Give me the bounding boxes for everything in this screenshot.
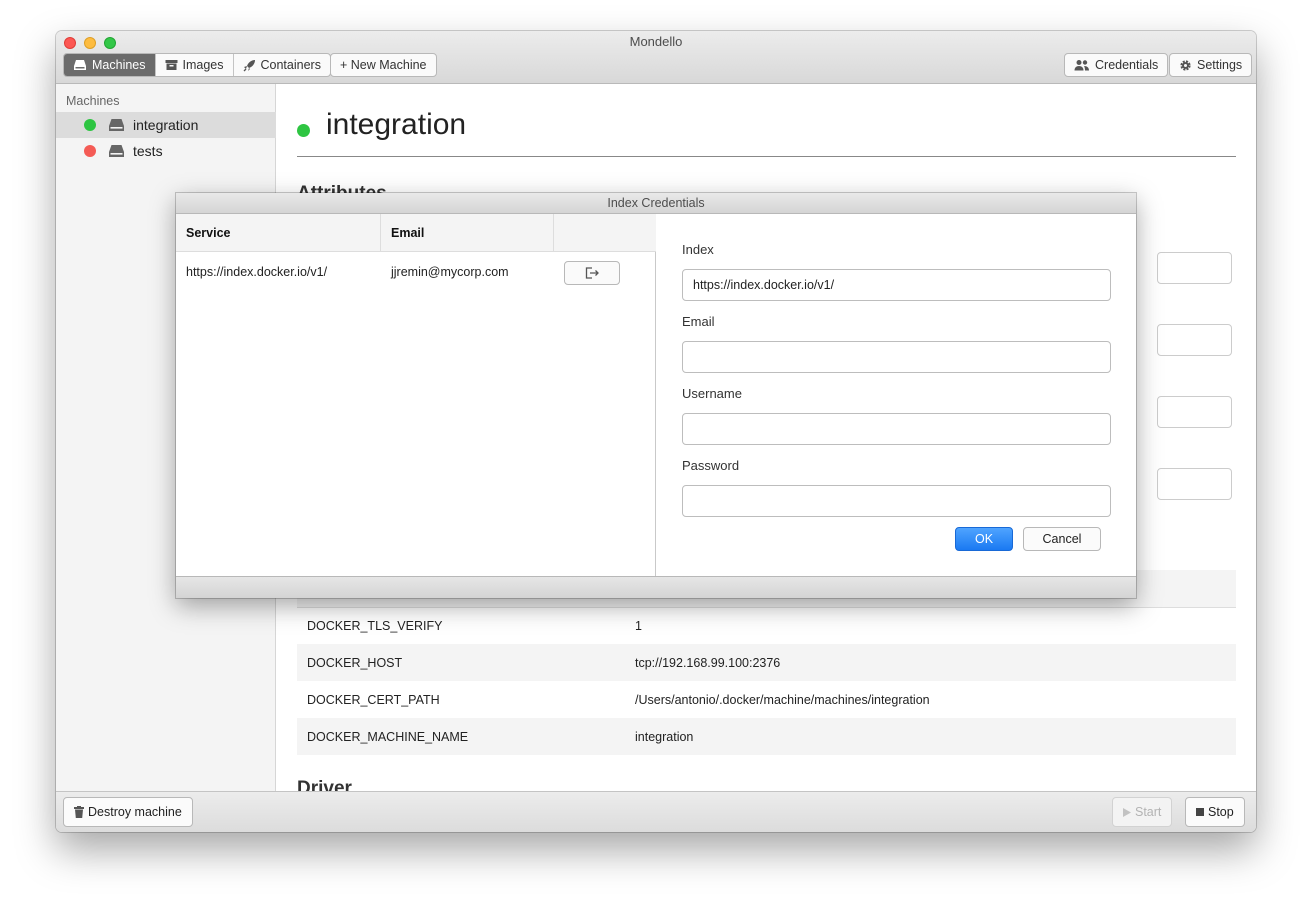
- sidebar-item-tests[interactable]: tests: [56, 138, 276, 164]
- credentials-table: Service Email https://index.docker.io/v1…: [176, 214, 656, 576]
- dialog-footer: [176, 576, 1136, 598]
- play-icon: [1123, 807, 1131, 817]
- sidebar-heading: Machines: [66, 94, 120, 108]
- credential-service[interactable]: https://index.docker.io/v1/: [176, 252, 381, 292]
- column-header-email[interactable]: Email: [381, 214, 554, 252]
- drive-icon: [109, 145, 124, 157]
- username-field[interactable]: [682, 413, 1111, 445]
- env-key: DOCKER_HOST: [307, 655, 403, 670]
- env-value: integration: [635, 729, 694, 744]
- tab-images[interactable]: Images: [156, 54, 234, 76]
- settings-button[interactable]: Settings: [1169, 53, 1253, 77]
- attribute-field[interactable]: [1157, 468, 1232, 500]
- titlebar: Mondello Machines Images Containers + Ne…: [56, 31, 1256, 84]
- index-label: Index: [682, 242, 714, 257]
- rocket-icon: [243, 59, 255, 71]
- env-value: tcp://192.168.99.100:2376: [635, 655, 781, 670]
- table-row: DOCKER_MACHINE_NAME integration: [297, 718, 1236, 755]
- status-dot-stopped: [84, 145, 96, 157]
- start-button[interactable]: Start: [1112, 797, 1173, 827]
- drive-icon: [109, 119, 124, 131]
- dialog-title: Index Credentials: [176, 193, 1136, 214]
- machine-title: integration: [326, 108, 467, 141]
- table-row: DOCKER_TLS_VERIFY 1: [297, 607, 1236, 644]
- tab-containers[interactable]: Containers: [234, 54, 330, 76]
- email-label: Email: [682, 314, 715, 329]
- credential-form: Index Email Username Password OK Cancel: [657, 214, 1136, 576]
- attribute-field[interactable]: [1157, 396, 1232, 428]
- sidebar-item-integration[interactable]: integration: [56, 112, 276, 138]
- machine-status-dot: [297, 124, 310, 137]
- tab-label: Images: [182, 58, 224, 72]
- sidebar-item-label: integration: [133, 117, 199, 133]
- attribute-field[interactable]: [1157, 324, 1232, 356]
- archive-icon: [165, 60, 177, 70]
- column-header-actions: [554, 214, 656, 252]
- column-header-service[interactable]: Service: [176, 214, 381, 252]
- email-field[interactable]: [682, 341, 1111, 373]
- env-key: DOCKER_CERT_PATH: [307, 692, 440, 707]
- credential-email[interactable]: jjremin@mycorp.com: [381, 252, 554, 292]
- tab-label: Containers: [260, 58, 321, 72]
- password-label: Password: [682, 458, 740, 473]
- attribute-field[interactable]: [1157, 252, 1232, 284]
- drive-icon: [74, 60, 86, 70]
- sidebar-item-label: tests: [133, 143, 163, 159]
- cancel-button[interactable]: Cancel: [1023, 527, 1101, 551]
- view-segmented-control: Machines Images Containers: [63, 53, 331, 77]
- users-icon: [1074, 60, 1089, 71]
- driver-heading: Driver: [297, 778, 352, 791]
- new-machine-button[interactable]: + New Machine: [330, 53, 437, 77]
- trash-icon: [74, 806, 84, 818]
- credentials-button[interactable]: Credentials: [1064, 53, 1169, 77]
- password-field[interactable]: [682, 485, 1111, 517]
- window-title: Mondello: [629, 34, 683, 49]
- table-row: DOCKER_HOST tcp://192.168.99.100:2376: [297, 644, 1236, 681]
- destroy-machine-button[interactable]: Destroy machine: [63, 797, 193, 827]
- status-dot-running: [84, 119, 96, 131]
- logout-button[interactable]: [564, 261, 620, 285]
- tab-machines[interactable]: Machines: [64, 54, 156, 76]
- env-key: DOCKER_TLS_VERIFY: [307, 618, 443, 633]
- env-key: DOCKER_MACHINE_NAME: [307, 729, 469, 744]
- gear-icon: [1180, 59, 1191, 71]
- table-row: DOCKER_CERT_PATH /Users/antonio/.docker/…: [297, 681, 1236, 718]
- bottom-bar: Destroy machine Start Stop: [56, 791, 1256, 832]
- tab-label: Machines: [92, 58, 146, 72]
- stop-icon: [1196, 808, 1204, 816]
- index-credentials-dialog: Index Credentials Service Email https://…: [176, 193, 1136, 598]
- env-value: 1: [635, 618, 642, 633]
- index-field[interactable]: [682, 269, 1111, 301]
- logout-icon: [585, 267, 599, 279]
- ok-button[interactable]: OK: [955, 527, 1013, 551]
- stop-button[interactable]: Stop: [1185, 797, 1245, 827]
- username-label: Username: [682, 386, 742, 401]
- env-value: /Users/antonio/.docker/machine/machines/…: [635, 692, 930, 707]
- divider: [297, 156, 1236, 157]
